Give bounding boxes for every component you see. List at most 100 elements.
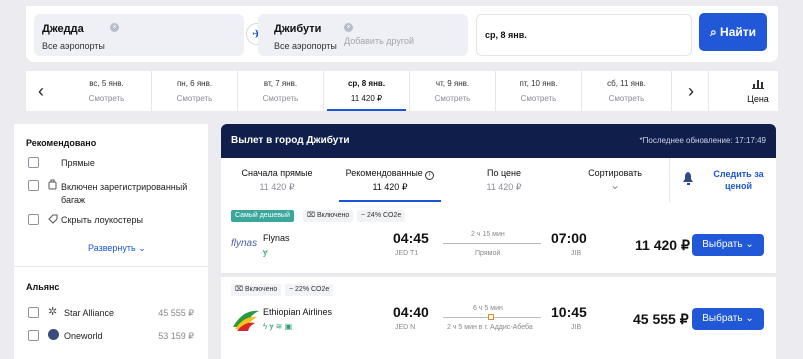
next-dates-chevron-right-icon[interactable]: ›	[676, 71, 706, 111]
sort-label: По цене	[486, 168, 521, 178]
arrival-time: 10:45	[551, 304, 587, 320]
arrival-airport: JIB	[571, 324, 582, 331]
destination-field[interactable]: Джибути Все аэропорты × Добавить другой	[258, 14, 468, 56]
sort-price: 11 420 ₽	[372, 182, 408, 192]
date-item-day: вт, 7 янв.	[263, 79, 298, 88]
date-item[interactable]: пн, 6 янв. Смотреть	[152, 71, 238, 111]
departure-time: 04:45	[393, 230, 429, 246]
filters-panel: Рекомендовано Прямые Включен зарегистрир…	[14, 124, 208, 359]
departure-airport: JED N	[395, 324, 416, 331]
departure-time: 04:40	[393, 304, 429, 320]
search-icon: ⌕	[709, 25, 717, 39]
flynas-logo: flynas	[231, 238, 258, 249]
add-destination-placeholder[interactable]: Добавить другой	[344, 36, 414, 46]
alliance-heading: Альянс	[26, 282, 60, 292]
sort-bar: Сначала прямые 11 420 ₽ Рекомендованные …	[221, 158, 776, 202]
date-item-value: Смотреть	[176, 94, 213, 103]
sort-direct-first[interactable]: Сначала прямые 11 420 ₽	[221, 158, 333, 202]
destination-city: Джибути	[274, 23, 322, 35]
sort-price: 11 420 ₽	[259, 182, 295, 192]
date-value: ср, 8 янв.	[485, 30, 527, 40]
date-item[interactable]: вт, 7 янв. Смотреть	[238, 71, 324, 111]
sort-dropdown[interactable]: Сортировать ⌄	[561, 158, 669, 202]
date-item[interactable]: вс, 5 янв. Смотреть	[62, 71, 152, 111]
co2-badge: − 24% CO2e	[357, 210, 406, 222]
luggage-icon: ⌧	[307, 212, 318, 219]
subscribe-price-button[interactable]: Следить за ценой	[669, 158, 776, 202]
clear-origin-icon[interactable]: ×	[110, 23, 119, 32]
star-alliance-icon: ✲	[48, 306, 58, 318]
find-button[interactable]: ⌕ Найти	[699, 13, 767, 51]
baggage-checkbox[interactable]	[28, 180, 39, 191]
date-item-day: чт, 9 янв.	[435, 79, 470, 88]
price-tab-label: Цена	[747, 94, 769, 104]
arrival-airport: JIB	[571, 250, 582, 257]
expand-label: Развернуть	[88, 243, 136, 253]
cheapest-badge: Самый дешевый	[231, 210, 294, 222]
flight-price: 45 555 ₽	[633, 311, 689, 327]
sort-label: Сначала прямые	[241, 168, 313, 178]
star-alliance-checkbox[interactable]	[28, 307, 39, 318]
oneworld-icon	[48, 329, 59, 340]
origin-field[interactable]: Джедда Все аэропорты ×	[34, 14, 244, 56]
chevron-down-icon: ⌄	[135, 243, 146, 253]
meal-icon: ɏ	[263, 247, 268, 257]
search-bar: Джедда Все аэропорты × ✈ Джибути Все аэр…	[26, 6, 778, 62]
date-item-value: Смотреть	[608, 94, 645, 103]
date-item-day: ср, 8 янв.	[347, 79, 386, 88]
luggage-icon	[48, 179, 57, 190]
bar-chart-icon	[752, 80, 764, 89]
origin-sub: Все аэропорты	[42, 41, 105, 51]
stopover-marker	[488, 314, 494, 320]
origin-city: Джедда	[42, 23, 84, 35]
price-chart-tab[interactable]: Цена	[738, 71, 778, 111]
date-item-day: пн, 6 янв.	[176, 79, 213, 88]
prev-dates-chevron-left-icon[interactable]: ‹	[26, 71, 56, 111]
hide-lowcost-label: Скрыть лоукостеры	[61, 215, 144, 225]
date-item-value: Смотреть	[262, 94, 299, 103]
destination-sub: Все аэропорты	[274, 41, 337, 51]
date-item-selected[interactable]: ср, 8 янв. 11 420 ₽	[324, 71, 410, 111]
date-item[interactable]: чт, 9 янв. Смотреть	[410, 71, 496, 111]
airline-name: Flynas	[263, 233, 290, 243]
divider	[14, 266, 208, 267]
sort-label: Рекомендованные i	[333, 168, 447, 180]
sort-recommended[interactable]: Рекомендованные i 11 420 ₽	[333, 158, 447, 202]
flight-card[interactable]: ⌧ Включено − 22% CO2e Ethiopian Airlines…	[221, 277, 776, 359]
oneworld-checkbox[interactable]	[28, 330, 39, 341]
date-item-day: сб, 11 янв.	[607, 79, 646, 88]
alliance-name: Oneworld	[64, 331, 103, 341]
flight-card[interactable]: Самый дешевый ⌧ Включено − 24% CO2e flyn…	[221, 202, 776, 274]
chevron-down-icon: ⌄	[745, 239, 754, 250]
date-item-day: пт, 10 янв.	[519, 79, 558, 88]
date-item-value: Смотреть	[520, 94, 557, 103]
hide-lowcost-checkbox[interactable]	[28, 214, 39, 225]
select-button[interactable]: Выбрать ⌄	[692, 234, 764, 256]
sort-label: Сортировать	[588, 168, 642, 178]
date-item-value: Смотреть	[88, 94, 125, 103]
recommended-heading: Рекомендовано	[26, 138, 97, 148]
select-button[interactable]: Выбрать ⌄	[692, 308, 764, 330]
amenities-icons: ϟ ɏ ≋ ▣	[263, 322, 293, 331]
date-item-day: вс, 5 янв.	[89, 79, 124, 88]
date-field[interactable]: ср, 8 янв.	[476, 14, 692, 56]
stops: Прямой	[475, 250, 501, 257]
date-item-value: 11 420 ₽	[350, 94, 383, 103]
baggage-label: Включен зарегистрированный багаж	[61, 182, 188, 205]
results-title: Вылет в город Джибути	[231, 135, 350, 146]
bell-icon	[683, 172, 693, 185]
chevron-down-icon: ⌄	[745, 313, 754, 324]
subscribe-label: Следить за ценой	[713, 169, 764, 191]
departure-airport: JED T1	[395, 250, 419, 257]
stops: 2 ч 5 мин в г. Аддис-Абеба	[447, 324, 533, 331]
luggage-icon: ⌧	[235, 286, 246, 293]
results-header: Вылет в город Джибути *Последнее обновле…	[221, 124, 776, 158]
clear-destination-icon[interactable]: ×	[344, 23, 353, 32]
direct-checkbox[interactable]	[28, 157, 39, 168]
co2-badge: − 22% CO2e	[285, 284, 334, 296]
date-item[interactable]: сб, 11 янв. Смотреть	[582, 71, 672, 111]
sort-by-price[interactable]: По цене 11 420 ₽	[447, 158, 561, 202]
expand-link[interactable]: Развернуть ⌄	[88, 243, 146, 254]
date-item[interactable]: пт, 10 янв. Смотреть	[496, 71, 582, 111]
arrival-time: 07:00	[551, 230, 587, 246]
